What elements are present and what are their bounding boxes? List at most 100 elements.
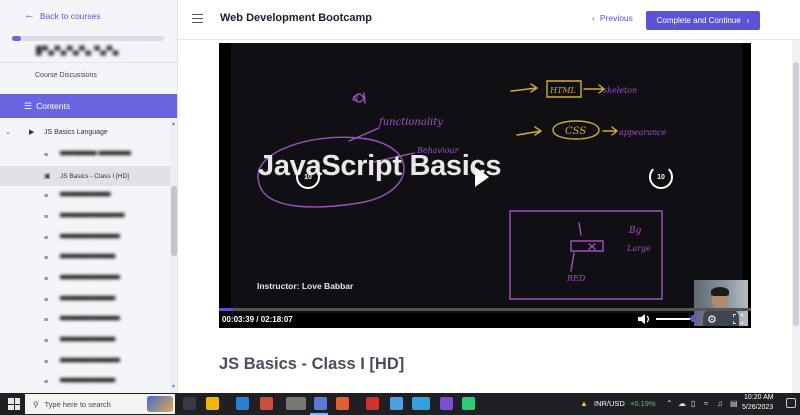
arrow-left-icon: ← bbox=[24, 9, 35, 21]
notifications-icon[interactable] bbox=[786, 398, 796, 408]
document-icon: ≡ bbox=[44, 275, 49, 283]
rewind-10-button[interactable]: 10 bbox=[296, 165, 320, 189]
complete-label: Complete and Continue bbox=[656, 16, 741, 25]
forward-10-button[interactable]: 10 bbox=[649, 165, 673, 189]
lesson-label: ▀▀▀▀▀▀▀▀▀▀▀▀▀▀ bbox=[60, 213, 125, 221]
lesson-title: JS Basics - Class I [HD] bbox=[219, 355, 405, 373]
total-duration: / 02:18:07 bbox=[256, 315, 293, 324]
taskbar-app-icon[interactable] bbox=[286, 397, 306, 410]
volume-level bbox=[656, 318, 691, 320]
lesson-item[interactable]: ≡ ▀▀▀▀▀▀▀▀▀▀▀▀▀▀ bbox=[0, 207, 170, 228]
taskbar-app-icon[interactable] bbox=[412, 397, 430, 410]
fullscreen-icon[interactable] bbox=[733, 314, 743, 324]
taskbar-app-icon[interactable] bbox=[440, 397, 453, 410]
main-scrollbar-thumb[interactable] bbox=[793, 62, 799, 326]
course-progress-bar bbox=[12, 36, 164, 41]
lesson-item[interactable]: ≡ ▀▀▀▀▀▀▀▀▀▀▀▀▀ bbox=[0, 311, 170, 332]
back-label: Back to courses bbox=[40, 10, 101, 21]
chevron-left-icon: ‹ bbox=[592, 13, 595, 23]
previous-button[interactable]: ‹ Previous bbox=[592, 13, 633, 23]
stocks-widget-icon[interactable]: ▲ bbox=[580, 399, 588, 408]
taskbar-app-icon[interactable] bbox=[236, 397, 249, 410]
taskbar-app-icon[interactable] bbox=[260, 397, 273, 410]
document-icon: ≡ bbox=[44, 317, 49, 325]
lesson-label: JS Basics - Class I [HD] bbox=[60, 172, 129, 180]
clock-date[interactable]: 5/26/2023 bbox=[742, 404, 773, 411]
volume-slider-handle[interactable] bbox=[690, 315, 697, 322]
settings-gear-icon[interactable]: ⚙ bbox=[707, 313, 717, 326]
seek-bar[interactable] bbox=[219, 308, 751, 311]
file-explorer-icon[interactable] bbox=[206, 397, 219, 410]
video-player[interactable]: functionality Behaviour skeleton appeara… bbox=[219, 43, 751, 328]
cloud-icon[interactable]: ☁ bbox=[678, 399, 686, 408]
course-discussions-link[interactable]: Course Discussions bbox=[35, 72, 97, 79]
time-display: 00:03:39 / 02:18:07 bbox=[222, 315, 293, 324]
hamburger-menu-icon[interactable] bbox=[192, 14, 203, 23]
lesson-item[interactable]: ≡ ▀▀▀▀▀▀▀▀▀▀▀▀▀ bbox=[0, 352, 170, 373]
note-bg: Bg bbox=[628, 226, 642, 236]
document-icon: ≡ bbox=[44, 234, 49, 242]
lesson-item[interactable]: ≡ ▀▀▀▀▀▀▀▀▀▀▀▀▀ bbox=[0, 228, 170, 249]
note-appearance: appearance bbox=[619, 128, 667, 137]
document-icon: ≡ bbox=[44, 358, 49, 366]
search-icon: ⚲ bbox=[33, 399, 39, 409]
lesson-item[interactable]: ≡ ▀▀▀▀▀▀▀▀▀▀▀▀ bbox=[0, 248, 170, 269]
play-button[interactable] bbox=[475, 167, 489, 187]
speaker-icon[interactable]: ♫ bbox=[717, 399, 723, 408]
ticker-label[interactable]: INR/USD bbox=[594, 399, 625, 408]
contents-tab[interactable]: ☰ Contents bbox=[0, 94, 177, 118]
back-to-courses-link[interactable]: ← Back to courses bbox=[24, 10, 100, 21]
lesson-label: ▀▀▀▀▀▀▀▀▀▀▀▀ bbox=[60, 296, 116, 304]
instructor-caption: Instructor: Love Babbar bbox=[257, 281, 354, 291]
lesson-item[interactable]: ▣ JS Basics - Class I [HD] bbox=[0, 165, 170, 187]
document-icon: ≡ bbox=[44, 255, 49, 263]
note-functionality: functionality bbox=[378, 117, 443, 128]
complete-and-continue-button[interactable]: Complete and Continue › bbox=[646, 11, 760, 30]
contents-label: Contents bbox=[36, 101, 71, 111]
document-icon: ≡ bbox=[44, 338, 49, 346]
lesson-item[interactable]: ≡ ▀▀▀▀▀▀▀▀ ▀▀▀▀▀▀▀ bbox=[0, 145, 170, 166]
lesson-item[interactable]: ≡ ▀▀▀▀▀▀▀▀▀▀▀▀▀ bbox=[0, 269, 170, 290]
search-placeholder: Type here to search bbox=[44, 399, 111, 409]
course-progress-fill bbox=[12, 36, 22, 41]
taskbar-app-icon[interactable] bbox=[462, 397, 475, 410]
lesson-item[interactable]: ≡ ▀▀▀▀▀▀▀▀▀▀▀▀ bbox=[0, 331, 170, 352]
top-header: Web Development Bootcamp ‹ Previous Comp… bbox=[178, 0, 800, 40]
app-window: ← Back to courses █▀▄▀▄▀▄▀▄ ▀▄▀▄ Course … bbox=[0, 0, 800, 393]
volume-icon[interactable] bbox=[637, 313, 651, 325]
section-label: JS Basics Language bbox=[44, 128, 108, 136]
clock-time[interactable]: 10:20 AM bbox=[744, 394, 774, 401]
lesson-label: ▀▀▀▀▀▀▀▀▀▀▀▀ bbox=[60, 338, 116, 346]
seek-bar-progress bbox=[219, 308, 233, 311]
note-skeleton: skeleton bbox=[603, 86, 637, 95]
task-view-icon[interactable] bbox=[183, 397, 196, 410]
scroll-up-icon[interactable]: ▲ bbox=[171, 121, 176, 127]
taskbar-app-icon[interactable] bbox=[390, 397, 403, 410]
document-icon: ≡ bbox=[44, 379, 49, 387]
lesson-label: ▀▀▀▀▀▀▀▀ ▀▀▀▀▀▀▀ bbox=[60, 151, 131, 159]
windows-taskbar: ⚲ Type here to search ▲ INR/USD +0.19% ⌃… bbox=[0, 393, 800, 415]
video-heading: JavaScript Basics bbox=[258, 150, 502, 182]
note-html: HTML bbox=[549, 86, 576, 95]
taskbar-app-icon[interactable] bbox=[366, 397, 379, 410]
sidebar-scrollbar[interactable] bbox=[170, 120, 177, 393]
taskbar-search-input[interactable]: ⚲ Type here to search bbox=[25, 394, 175, 414]
document-icon: ≡ bbox=[44, 151, 49, 159]
section-header[interactable]: ⌄ ▶ JS Basics Language bbox=[0, 124, 170, 140]
battery-icon[interactable]: ▯ bbox=[691, 399, 695, 408]
lesson-item[interactable]: ≡ ▀▀▀▀▀▀▀▀▀▀▀ bbox=[0, 186, 170, 207]
note-large: Large bbox=[626, 244, 651, 253]
wifi-icon[interactable]: ≈ bbox=[704, 399, 708, 408]
document-icon: ≡ bbox=[44, 213, 49, 221]
sidebar-scrollbar-thumb[interactable] bbox=[171, 186, 177, 256]
taskbar-app-icon[interactable] bbox=[314, 397, 327, 410]
show-hidden-icons-icon[interactable]: ⌃ bbox=[666, 399, 673, 408]
lesson-item[interactable]: ≡ ▀▀▀▀▀▀▀▀▀▀▀▀ bbox=[0, 373, 170, 393]
note-red: RED bbox=[566, 274, 586, 283]
windows-start-icon[interactable] bbox=[8, 398, 20, 410]
language-icon[interactable]: ▤ bbox=[730, 399, 738, 408]
document-icon: ≡ bbox=[44, 193, 49, 201]
lesson-item[interactable]: ≡ ▀▀▀▀▀▀▀▀▀▀▀▀ bbox=[0, 290, 170, 311]
scroll-down-icon[interactable]: ▼ bbox=[171, 384, 176, 390]
taskbar-app-icon[interactable] bbox=[336, 397, 349, 410]
